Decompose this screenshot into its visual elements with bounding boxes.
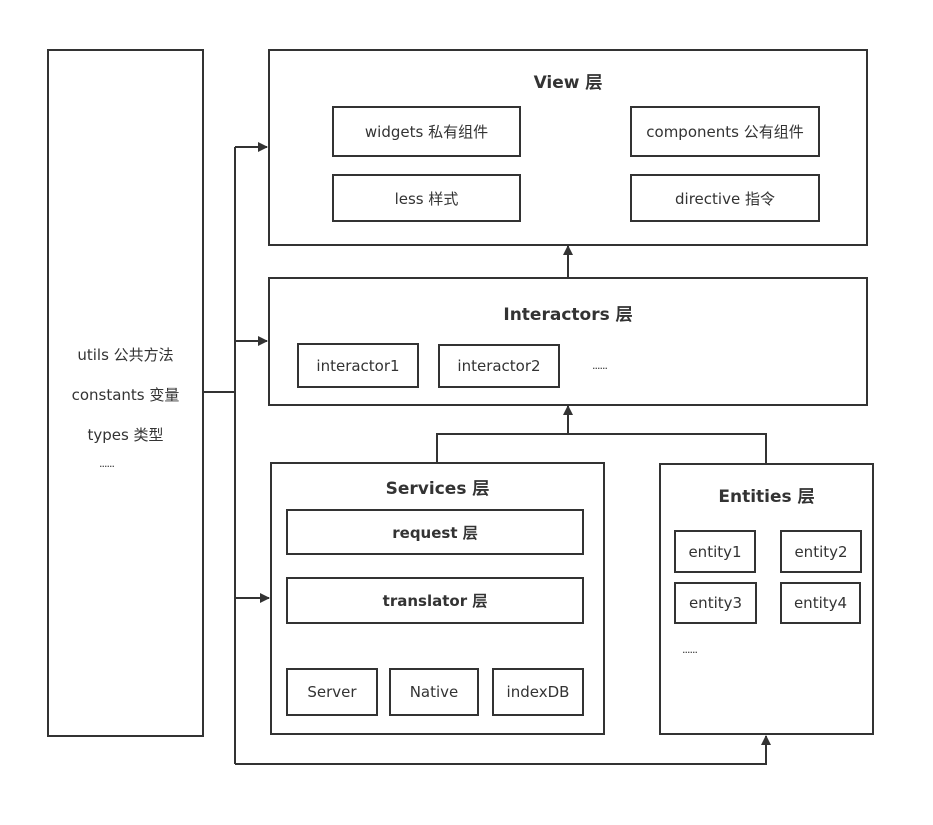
interactor-item-2: interactor2 xyxy=(438,344,560,388)
entities-more: ...... xyxy=(682,643,698,656)
interactor-item-1: interactor1 xyxy=(297,343,419,388)
services-entities-join-connector xyxy=(436,433,767,463)
source-server: Server xyxy=(286,668,378,716)
entity-item-1: entity1 xyxy=(674,530,756,573)
request-layer: request 层 xyxy=(286,509,584,555)
shared-item-constants: constants 变量 xyxy=(71,385,180,404)
view-item-widgets: widgets 私有组件 xyxy=(332,106,521,157)
view-item-directive: directive 指令 xyxy=(630,174,820,222)
view-item-less: less 样式 xyxy=(332,174,521,222)
interactors-more: ...... xyxy=(592,359,608,372)
shared-item-types: types 类型 xyxy=(87,425,164,444)
interactors-layer-title: Interactors 层 xyxy=(503,304,633,325)
entity-item-4: entity4 xyxy=(780,582,861,624)
source-native: Native xyxy=(389,668,479,716)
shared-item-utils: utils 公共方法 xyxy=(77,345,174,364)
view-layer-title: View 层 xyxy=(533,72,603,93)
entities-layer-title: Entities 层 xyxy=(718,486,815,507)
view-item-components: components 公有组件 xyxy=(630,106,820,157)
entity-item-2: entity2 xyxy=(780,530,862,573)
arrow-to-entities xyxy=(235,735,771,765)
services-layer-title: Services 层 xyxy=(385,478,490,499)
source-indexdb: indexDB xyxy=(492,668,584,716)
entity-item-3: entity3 xyxy=(674,582,757,624)
shared-item-more: ...... xyxy=(99,457,115,470)
translator-layer: translator 层 xyxy=(286,577,584,624)
